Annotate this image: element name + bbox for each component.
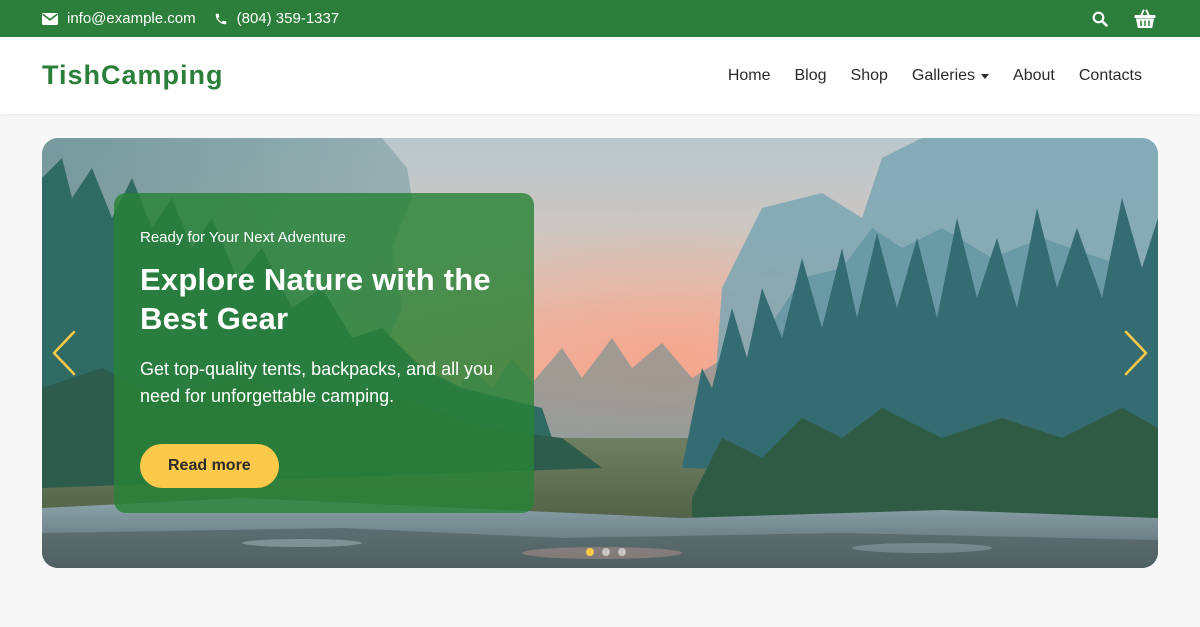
carousel-prev-arrow-icon[interactable] [50,328,80,378]
read-more-button[interactable]: Read more [140,444,279,488]
contact-info: info@example.com (804) 359-1337 [42,10,339,27]
carousel-dot[interactable] [586,548,594,556]
nav-item-galleries-label: Galleries [911,66,976,84]
topbar-tools [1092,9,1158,29]
email-link[interactable]: info@example.com [42,10,196,27]
hero-caption-card: Ready for Your Next Adventure Explore Na… [114,193,534,513]
nav-item-home[interactable]: Home [728,67,771,85]
email-text: info@example.com [67,10,196,27]
hero-carousel: Ready for Your Next Adventure Explore Na… [42,138,1158,568]
nav-item-contacts[interactable]: Contacts [1079,67,1142,85]
basket-icon[interactable] [1134,9,1156,29]
brand-logo[interactable]: TishCamping [42,60,224,91]
caret-down-icon [981,73,990,79]
nav-item-about[interactable]: About [1013,67,1055,85]
hero-eyebrow: Ready for Your Next Adventure [140,229,346,246]
top-bar: info@example.com (804) 359-1337 [0,0,1200,37]
nav-item-galleries[interactable]: Galleries [911,66,990,85]
phone-link[interactable]: (804) 359-1337 [214,10,340,27]
carousel-next-arrow-icon[interactable] [1120,328,1150,378]
nav-item-blog[interactable]: Blog [795,67,827,85]
main-nav: Home Blog Shop Galleries About Contacts [728,67,1158,85]
carousel-dot[interactable] [602,548,610,556]
carousel-indicators [42,548,1158,556]
phone-icon [214,12,228,26]
nav-item-shop[interactable]: Shop [851,67,888,85]
hero-title: Explore Nature with the Best Gear [140,262,491,336]
hero-description: Get top-quality tents, backpacks, and al… [140,359,494,406]
carousel-dot[interactable] [618,548,626,556]
envelope-icon [42,12,58,25]
search-icon[interactable] [1092,11,1108,27]
phone-text: (804) 359-1337 [236,10,340,27]
main-navbar: TishCamping Home Blog Shop Galleries Abo… [0,37,1200,114]
